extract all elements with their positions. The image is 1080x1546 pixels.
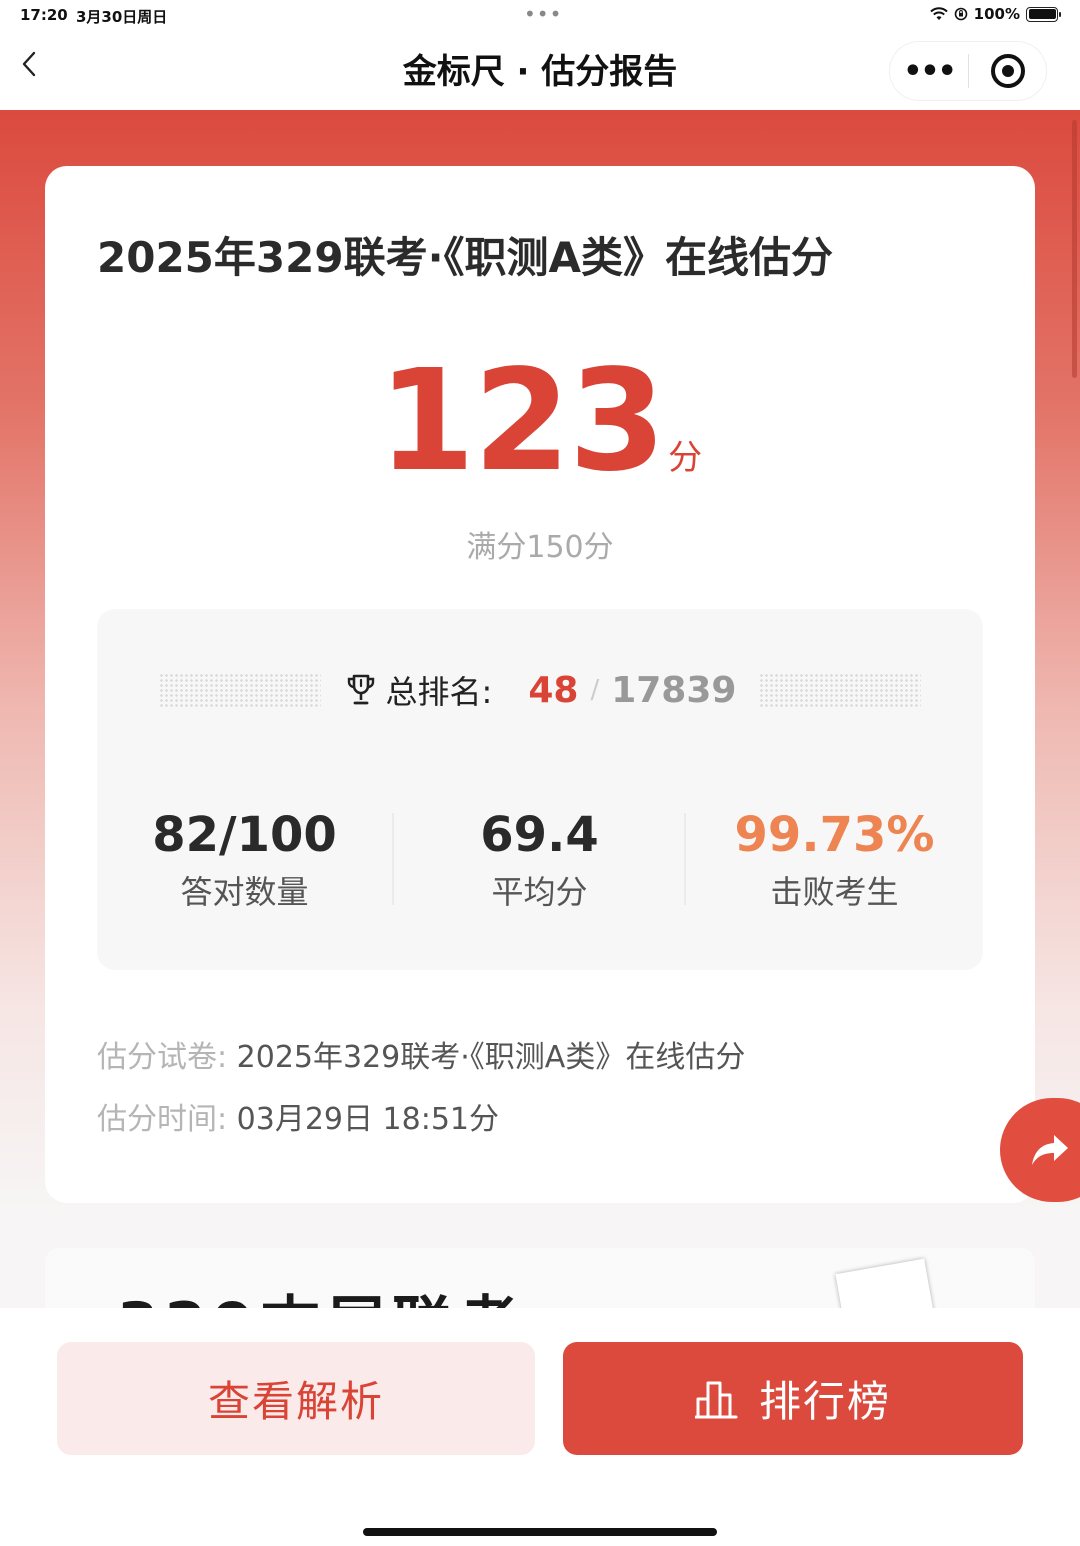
home-indicator[interactable] (363, 1528, 717, 1536)
share-arrow-icon (1032, 1135, 1068, 1165)
stat-beat-percentage: 99.73% 击败考生 (687, 807, 982, 913)
score-display: 123 分 (45, 352, 1035, 492)
view-analysis-button[interactable]: 查看解析 (57, 1342, 535, 1455)
promo-banner[interactable]: 329末尾联考 (45, 1248, 1035, 1310)
multitask-dots-icon[interactable]: ••• (524, 2, 562, 26)
leaderboard-label: 排行榜 (758, 1377, 891, 1426)
stat-value: 82/100 (152, 807, 337, 863)
banner-book-image (835, 1258, 935, 1310)
paper-value: 2025年329联考·《职测A类》在线估分 (236, 1040, 746, 1075)
target-icon (990, 54, 1025, 88)
close-mini-program-button[interactable] (969, 54, 1046, 88)
paper-label: 估分试卷: (97, 1040, 228, 1075)
bar-chart-icon (694, 1381, 738, 1418)
banner-text: 329末尾联考 (117, 1276, 524, 1310)
status-date: 3月30日周日 (76, 8, 168, 26)
more-dots-icon: ••• (903, 53, 957, 89)
full-score-note: 满分150分 (466, 530, 614, 565)
stat-value: 99.73% (734, 807, 935, 863)
overall-rank: 总排名: 48 / 17839 (97, 667, 983, 713)
stat-label: 击败考生 (770, 873, 899, 911)
exam-title: 2025年329联考·《职测A类》在线估分 (97, 233, 834, 282)
paper-info-row: 估分试卷: 2025年329联考·《职测A类》在线估分 (97, 1032, 745, 1076)
battery-percent: 100% (973, 5, 1020, 23)
score-card: 2025年329联考·《职测A类》在线估分 123 分 满分150分 总排名: 4… (45, 166, 1035, 1203)
wifi-icon (929, 7, 948, 20)
status-right: 100% (929, 5, 1061, 23)
stat-label: 平均分 (491, 873, 588, 911)
time-info-row: 估分时间: 03月29日 18:51分 (97, 1094, 499, 1138)
score-value: 123 (377, 340, 666, 503)
time-label: 估分时间: (97, 1102, 228, 1137)
stat-value: 69.4 (480, 807, 599, 863)
battery-icon (1026, 6, 1061, 22)
rank-slash: / (590, 675, 600, 705)
status-time: 17:20 (20, 6, 68, 24)
stat-divider (684, 813, 686, 905)
rank-value: 48 (528, 669, 579, 711)
rank-label: 总排名: (385, 673, 493, 711)
nav-bar: 金标尺 · 估分报告 ••• (0, 32, 1080, 110)
rank-total: 17839 (611, 669, 737, 711)
trophy-icon (347, 674, 374, 705)
more-options-button[interactable]: ••• (890, 54, 968, 89)
time-value: 03月29日 18:51分 (236, 1102, 499, 1137)
score-unit: 分 (668, 438, 703, 478)
stat-correct-count: 82/100 答对数量 (97, 807, 392, 913)
stats-panel: 总排名: 48 / 17839 82/100 答对数量 69.4 平均分 99.… (97, 609, 983, 970)
leaderboard-button[interactable]: 排行榜 (563, 1342, 1023, 1455)
scrollbar[interactable] (1072, 120, 1077, 378)
bottom-action-bar: 查看解析 排行榜 (0, 1308, 1080, 1546)
stat-average-score: 69.4 平均分 (392, 807, 687, 913)
view-analysis-label: 查看解析 (207, 1377, 384, 1426)
status-bar: 17:20 3月30日周日 ••• 100% (0, 0, 1080, 32)
orientation-lock-icon (954, 7, 967, 21)
stat-label: 答对数量 (180, 873, 309, 911)
mini-program-capsule: ••• (890, 42, 1046, 100)
